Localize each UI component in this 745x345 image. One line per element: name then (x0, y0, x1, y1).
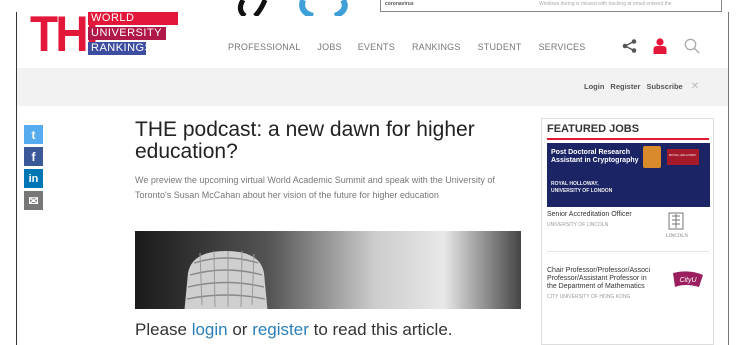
the-logo[interactable]: THE WORLD UNIVERSITY RANKINGS (30, 9, 180, 59)
nav-events[interactable]: EVENTS (358, 42, 395, 52)
banner-org-line1: ROYAL HOLLOWAY, (551, 181, 599, 187)
logo-line-university: UNIVERSITY (88, 27, 166, 40)
university-of-lincoln-logo: LINCOLN (666, 212, 688, 239)
search-icon[interactable] (684, 38, 700, 54)
nav-professional[interactable]: PROFESSIONAL (228, 42, 300, 52)
job-org: CITY UNIVERSITY OF HONG KONG (547, 294, 631, 300)
subscribe-link[interactable]: Subscribe (646, 82, 682, 91)
job-item-1[interactable]: Senior Accreditation Officer UNIVERSITY … (547, 211, 712, 239)
facebook-icon[interactable]: f (24, 147, 43, 166)
banner-job-title: Post Doctoral Research Assistant in Cryp… (551, 149, 639, 164)
close-icon[interactable]: ✕ (691, 81, 699, 92)
royal-holloway-logo: ROYAL HOLLOWAY (667, 149, 699, 165)
article: THE podcast: a new dawn for higher educa… (135, 119, 525, 203)
login-prompt-mid: or (227, 320, 253, 339)
twitter-icon[interactable]: t (24, 125, 43, 144)
nav-student[interactable]: STUDENT (478, 42, 522, 52)
register-link[interactable]: Register (610, 82, 640, 91)
page: coronavirus Windows during is missed wit… (0, 0, 745, 345)
linkedin-icon[interactable]: in (24, 169, 43, 188)
logo-wordmark: WORLD UNIVERSITY RANKINGS (88, 12, 180, 57)
job-divider (547, 251, 709, 252)
page-border-right (728, 12, 729, 345)
login-prompt-post: to read this article. (308, 320, 453, 339)
banner-job-org: ROYAL HOLLOWAY, UNIVERSITY OF LONDON (551, 181, 612, 195)
article-hero-image (135, 231, 521, 309)
article-summary: We preview the upcoming virtual World Ac… (135, 175, 495, 200)
background-fragment-left: coronavirus (385, 1, 414, 7)
page-border-left (16, 12, 17, 345)
logo-line-rankings: RANKINGS (88, 42, 152, 55)
background-arcs (237, 0, 348, 16)
nav-jobs[interactable]: JOBS (317, 42, 341, 52)
job-org: UNIVERSITY OF LINCOLN (547, 222, 609, 228)
lincoln-logo-text: LINCOLN (666, 234, 688, 239)
microphone-icon (184, 250, 268, 309)
account-links: Login Register Subscribe ✕ (584, 81, 705, 92)
header-icons (622, 37, 707, 55)
royal-holloway-crest-icon (643, 146, 661, 168)
login-prompt: Please login or register to read this ar… (135, 320, 453, 340)
background-fragment-right: Windows during is missed with tracking a… (539, 1, 672, 7)
nav-services[interactable]: SERVICES (538, 42, 585, 52)
banner-badge: ROYAL HOLLOWAY (669, 153, 697, 157)
article-register-link[interactable]: register (252, 320, 309, 339)
article-login-link[interactable]: login (192, 320, 228, 339)
share-icon[interactable] (622, 39, 638, 53)
email-icon[interactable]: ✉ (24, 191, 43, 210)
user-icon[interactable] (653, 38, 667, 54)
job-item-2[interactable]: Chair Professor/Professor/Associ Profess… (547, 267, 712, 300)
social-share-bar: t f in ✉ (24, 125, 44, 213)
background-document-fragment: coronavirus Windows during is missed wit… (380, 0, 722, 12)
cityu-logo-text: CityU (679, 277, 697, 284)
job-title: Chair Professor/Professor/Associ Profess… (547, 267, 651, 290)
banner-org-line2: UNIVERSITY OF LONDON (551, 188, 613, 194)
nav-rankings[interactable]: RANKINGS (412, 42, 461, 52)
featured-jobs-panel: FEATURED JOBS Post Doctoral Research Ass… (541, 118, 714, 345)
featured-jobs-underline (547, 138, 709, 140)
cityu-logo: CityU (673, 271, 703, 287)
login-prompt-pre: Please (135, 320, 192, 339)
featured-job-banner[interactable]: Post Doctoral Research Assistant in Cryp… (547, 143, 710, 207)
job-title: Senior Accreditation Officer (547, 211, 632, 218)
login-link[interactable]: Login (584, 82, 604, 91)
logo-line-world: WORLD (88, 12, 178, 25)
main-nav: PROFESSIONAL JOBS EVENTS RANKINGS STUDEN… (228, 42, 602, 52)
featured-jobs-heading: FEATURED JOBS (547, 123, 640, 135)
article-title: THE podcast: a new dawn for higher educa… (135, 118, 475, 163)
